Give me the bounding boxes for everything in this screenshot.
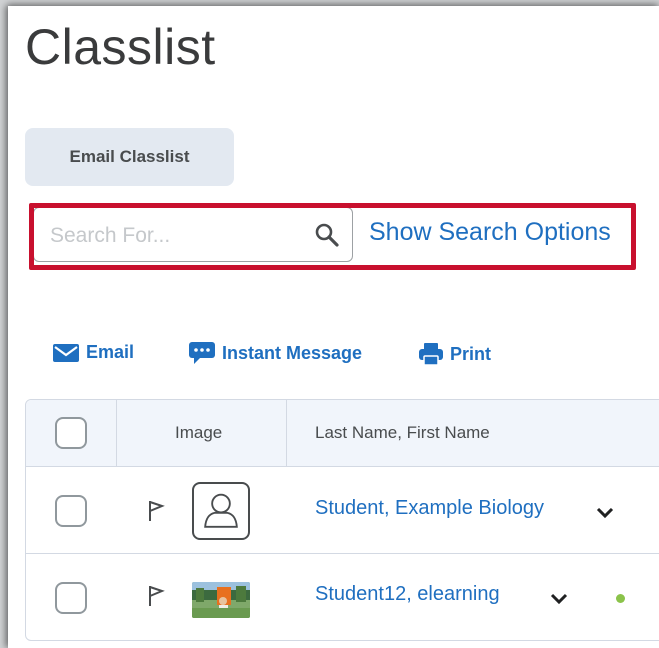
chevron-down-icon[interactable]	[595, 506, 615, 520]
classlist-table: Image Last Name, First Name Student, Exa…	[25, 399, 659, 641]
instant-message-action[interactable]: Instant Message	[189, 342, 362, 364]
row-checkbox[interactable]	[55, 582, 87, 614]
user-icon	[192, 482, 250, 540]
column-header-name[interactable]: Last Name, First Name	[315, 423, 490, 443]
flag-icon[interactable]	[147, 500, 165, 522]
flag-icon[interactable]	[147, 585, 165, 607]
mail-icon	[53, 343, 79, 362]
instant-message-action-label: Instant Message	[222, 342, 363, 363]
classlist-page: Classlist Email Classlist Show Search Op…	[8, 6, 659, 648]
highlight-annotation	[29, 203, 636, 270]
column-header-image: Image	[175, 423, 223, 442]
chat-icon	[189, 342, 215, 364]
table-row: Student12, elearning	[26, 554, 659, 640]
email-action[interactable]: Email	[53, 342, 134, 363]
online-status-dot	[616, 594, 625, 603]
select-all-checkbox[interactable]	[55, 417, 87, 449]
row-checkbox[interactable]	[55, 495, 87, 527]
table-row: Student, Example Biology	[26, 467, 659, 554]
email-action-label: Email	[86, 342, 135, 362]
print-action[interactable]: Print	[419, 342, 491, 366]
student-name-link[interactable]: Student, Example Biology	[315, 497, 544, 520]
student-name-link[interactable]: Student12, elearning	[315, 583, 500, 606]
table-header: Image Last Name, First Name	[26, 400, 659, 467]
email-classlist-button[interactable]: Email Classlist	[25, 128, 234, 186]
page-title: Classlist	[25, 19, 216, 75]
profile-photo	[192, 582, 250, 618]
printer-icon	[419, 343, 443, 366]
chevron-down-icon[interactable]	[549, 592, 569, 606]
print-action-label: Print	[450, 343, 492, 364]
